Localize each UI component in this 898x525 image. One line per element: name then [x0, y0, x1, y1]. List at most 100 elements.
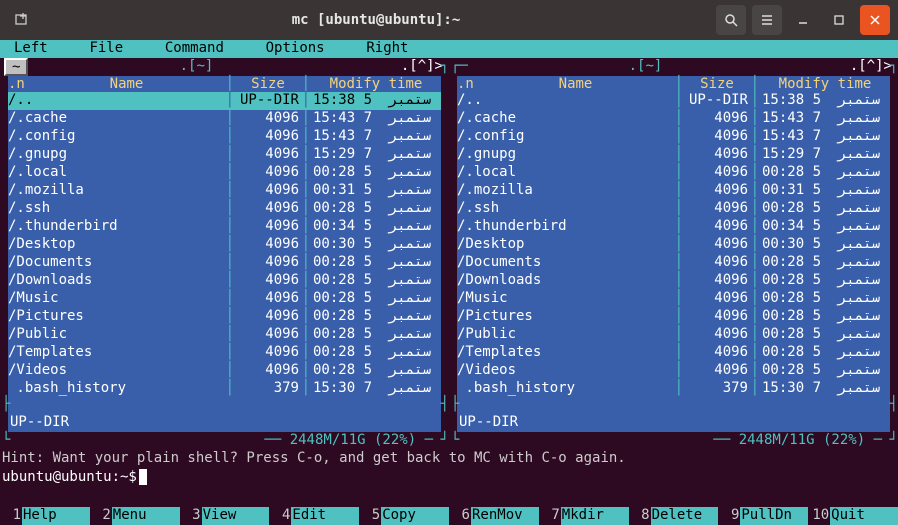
- file-row[interactable]: /.gnupg│4096│15:29 7 ستمبر: [457, 146, 890, 164]
- right-panel-path[interactable]: .[~]: [629, 58, 663, 74]
- file-name: /Pictures: [457, 308, 674, 326]
- file-row[interactable]: /Public│4096│00:28 5 ستمبر: [8, 326, 441, 344]
- search-button[interactable]: [716, 5, 746, 35]
- fkey-delete[interactable]: 8Delete: [629, 507, 719, 525]
- file-row[interactable]: /Desktop│4096│00:30 5 ستمبر: [457, 236, 890, 254]
- file-row[interactable]: /Templates│4096│00:28 5 ستمبر: [457, 344, 890, 362]
- file-row[interactable]: /Music│4096│00:28 5 ستمبر: [457, 290, 890, 308]
- file-mtime: 00:34 5 ستمبر: [311, 218, 441, 236]
- file-row[interactable]: /Pictures│4096│00:28 5 ستمبر: [8, 308, 441, 326]
- right-col-n[interactable]: .n: [457, 76, 477, 92]
- left-col-name[interactable]: Name: [28, 76, 225, 92]
- fkey-view[interactable]: 3View: [180, 507, 270, 525]
- fkey-help[interactable]: 1Help: [0, 507, 90, 525]
- file-size: 4096: [684, 308, 750, 326]
- cursor-icon: [139, 469, 147, 485]
- file-row[interactable]: /.thunderbird│4096│00:34 5 ستمبر: [457, 218, 890, 236]
- right-disk-usage: ── 2448M/11G (22%) ─: [709, 432, 886, 448]
- file-mtime: 00:28 5 ستمبر: [760, 344, 890, 362]
- fkey-pulldn[interactable]: 9PullDn: [718, 507, 808, 525]
- file-mtime: 15:43 7 ستمبر: [760, 128, 890, 146]
- new-tab-button[interactable]: [8, 6, 36, 34]
- file-row[interactable]: /Documents│4096│00:28 5 ستمبر: [457, 254, 890, 272]
- file-row[interactable]: /.config│4096│15:43 7 ستمبر: [457, 128, 890, 146]
- file-name: /Pictures: [8, 308, 225, 326]
- file-mtime: 00:28 5 ستمبر: [760, 362, 890, 380]
- right-col-name[interactable]: Name: [477, 76, 674, 92]
- right-panel-caret[interactable]: .[^]>: [850, 58, 892, 74]
- fkey-number: 10: [808, 507, 830, 525]
- file-size: 4096: [235, 110, 301, 128]
- file-row[interactable]: /.gnupg│4096│15:29 7 ستمبر: [8, 146, 441, 164]
- menu-command[interactable]: Command: [161, 40, 228, 58]
- menu-right[interactable]: Right: [362, 40, 412, 58]
- file-row[interactable]: /Videos│4096│00:28 5 ستمبر: [457, 362, 890, 380]
- file-row[interactable]: /.local│4096│00:28 5 ستمبر: [8, 164, 441, 182]
- file-row[interactable]: /Downloads│4096│00:28 5 ستمبر: [457, 272, 890, 290]
- file-mtime: 00:28 5 ستمبر: [760, 290, 890, 308]
- fkey-edit[interactable]: 4Edit: [269, 507, 359, 525]
- file-name: /.mozilla: [8, 182, 225, 200]
- right-col-mtime[interactable]: Modify time: [760, 76, 890, 92]
- file-row[interactable]: /.config│4096│15:43 7 ستمبر: [8, 128, 441, 146]
- fkey-copy[interactable]: 5Copy: [359, 507, 449, 525]
- fkey-mkdir[interactable]: 7Mkdir: [539, 507, 629, 525]
- file-row[interactable]: /.thunderbird│4096│00:34 5 ستمبر: [8, 218, 441, 236]
- left-panel-caret[interactable]: .[^]>: [401, 58, 443, 74]
- file-name: .bash_history: [457, 380, 674, 398]
- file-row[interactable]: /Music│4096│00:28 5 ستمبر: [8, 290, 441, 308]
- file-row[interactable]: /Pictures│4096│00:28 5 ستمبر: [457, 308, 890, 326]
- file-row[interactable]: /Desktop│4096│00:30 5 ستمبر: [8, 236, 441, 254]
- file-row[interactable]: /Public│4096│00:28 5 ستمبر: [457, 326, 890, 344]
- fkey-menu[interactable]: 2Menu: [90, 507, 180, 525]
- fkey-label: View: [202, 507, 270, 525]
- file-name: /Desktop: [457, 236, 674, 254]
- file-row[interactable]: /.mozilla│4096│00:31 5 ستمبر: [8, 182, 441, 200]
- file-row[interactable]: /Templates│4096│00:28 5 ستمبر: [8, 344, 441, 362]
- file-size: 4096: [684, 344, 750, 362]
- file-row[interactable]: /.cache│4096│15:43 7 ستمبر: [457, 110, 890, 128]
- file-size: UP--DIR: [684, 92, 750, 110]
- file-size: 4096: [235, 146, 301, 164]
- maximize-button[interactable]: [824, 5, 854, 35]
- file-name: /.gnupg: [457, 146, 674, 164]
- file-row[interactable]: /.mozilla│4096│00:31 5 ستمبر: [457, 182, 890, 200]
- fkey-label: PullDn: [740, 507, 808, 525]
- fkey-label: Help: [22, 507, 90, 525]
- file-name: .bash_history: [8, 380, 225, 398]
- file-row[interactable]: /.cache│4096│15:43 7 ستمبر: [8, 110, 441, 128]
- file-row[interactable]: /..│UP--DIR│15:38 5 ستمبر: [8, 92, 441, 110]
- file-row[interactable]: /.ssh│4096│00:28 5 ستمبر: [457, 200, 890, 218]
- panels-container: ┌─ .[^]> ┐ .[~] ├┤ └ ── 2448M/11G (22%) …: [0, 58, 898, 450]
- fkey-quit[interactable]: 10Quit: [808, 507, 898, 525]
- file-size: 4096: [235, 218, 301, 236]
- left-col-size[interactable]: Size: [235, 76, 301, 92]
- file-name: /Public: [8, 326, 225, 344]
- hint-line: Hint: Want your plain shell? Press C-o, …: [0, 450, 898, 468]
- tilde-button[interactable]: ~: [4, 58, 28, 76]
- file-row[interactable]: .bash_history│379│15:30 7 ستمبر: [8, 380, 441, 398]
- file-mtime: 00:28 5 ستمبر: [760, 200, 890, 218]
- menu-file[interactable]: File: [85, 40, 127, 58]
- shell-prompt[interactable]: ubuntu@ubuntu:~$: [0, 468, 898, 486]
- minimize-button[interactable]: [788, 5, 818, 35]
- file-row[interactable]: /Documents│4096│00:28 5 ستمبر: [8, 254, 441, 272]
- fkey-renmov[interactable]: 6RenMov: [449, 507, 539, 525]
- file-row[interactable]: /..│UP--DIR│15:38 5 ستمبر: [457, 92, 890, 110]
- file-row[interactable]: /Videos│4096│00:28 5 ستمبر: [8, 362, 441, 380]
- file-row[interactable]: /.local│4096│00:28 5 ستمبر: [457, 164, 890, 182]
- file-row[interactable]: /.ssh│4096│00:28 5 ستمبر: [8, 200, 441, 218]
- fkey-label: Menu: [112, 507, 180, 525]
- left-col-mtime[interactable]: Modify time: [311, 76, 441, 92]
- right-col-size[interactable]: Size: [684, 76, 750, 92]
- file-row[interactable]: .bash_history│379│15:30 7 ستمبر: [457, 380, 890, 398]
- left-col-n[interactable]: .n: [8, 76, 28, 92]
- hamburger-menu-button[interactable]: [752, 5, 782, 35]
- menu-left[interactable]: Left: [10, 40, 52, 58]
- close-button[interactable]: [860, 5, 890, 35]
- menu-options[interactable]: Options: [262, 40, 329, 58]
- left-panel-path[interactable]: .[~]: [180, 58, 214, 74]
- file-mtime: 00:30 5 ستمبر: [311, 236, 441, 254]
- file-name: /.mozilla: [457, 182, 674, 200]
- file-row[interactable]: /Downloads│4096│00:28 5 ستمبر: [8, 272, 441, 290]
